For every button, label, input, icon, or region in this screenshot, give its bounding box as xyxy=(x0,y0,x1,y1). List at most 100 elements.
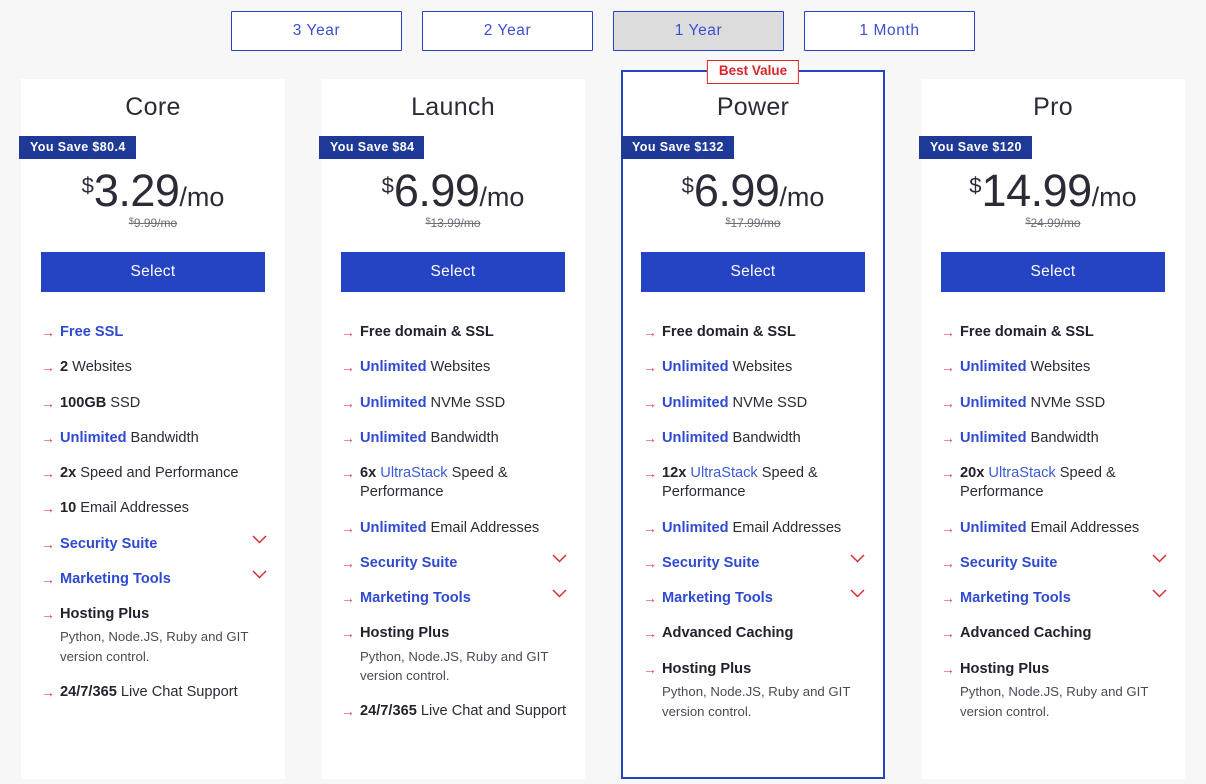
feature-text: Unlimited NVMe SSD xyxy=(662,394,865,413)
price-amount: 6.99 xyxy=(694,165,780,216)
feature-rest: Bandwidth xyxy=(728,430,800,446)
feature-highlight: Unlimited xyxy=(360,395,426,411)
original-price-value: 13.99/mo xyxy=(430,216,480,230)
feature-highlight: Marketing Tools xyxy=(662,590,773,606)
feature-text: Security Suite xyxy=(60,535,244,554)
feature-text: Security Suite xyxy=(662,554,842,573)
arrow-right-icon: → xyxy=(41,499,60,518)
feature-item[interactable]: →Marketing Tools xyxy=(341,589,567,608)
feature-text: Advanced Caching xyxy=(662,624,865,643)
arrow-right-icon: → xyxy=(643,589,662,608)
chevron-down-icon[interactable] xyxy=(544,554,567,563)
feature-item[interactable]: →Security Suite xyxy=(941,554,1167,573)
arrow-right-icon: → xyxy=(341,323,360,342)
feature-text: 2x Speed and Performance xyxy=(60,464,267,483)
feature-text: Free SSL xyxy=(60,323,267,342)
term-tab-3-year[interactable]: 3 Year xyxy=(231,11,402,51)
feature-item: →2 Websites xyxy=(41,358,267,377)
currency-symbol: $ xyxy=(82,173,94,198)
savings-badge: You Save $80.4 xyxy=(19,136,136,159)
feature-highlight: 100GB xyxy=(60,395,106,411)
arrow-right-icon: → xyxy=(643,519,662,538)
feature-text: Unlimited Websites xyxy=(662,358,865,377)
feature-text: Security Suite xyxy=(960,554,1144,573)
savings-badge: You Save $132 xyxy=(621,136,734,159)
chevron-down-icon[interactable] xyxy=(244,570,267,579)
feature-highlight: Unlimited xyxy=(60,430,126,446)
feature-highlight: Unlimited xyxy=(360,520,426,536)
feature-item[interactable]: →Marketing Tools xyxy=(941,589,1167,608)
pricing-card-core: CoreYou Save $80.4$3.29/mo$9.99/moSelect… xyxy=(21,79,285,779)
arrow-right-icon: → xyxy=(643,660,662,679)
chevron-down-icon[interactable] xyxy=(1144,589,1167,598)
feature-item[interactable]: →Marketing Tools xyxy=(643,589,865,608)
feature-rest: Email Addresses xyxy=(76,500,189,516)
feature-rest: Websites xyxy=(1026,359,1090,375)
pricing-cards-row: CoreYou Save $80.4$3.29/mo$9.99/moSelect… xyxy=(0,79,1206,779)
feature-highlight: Advanced Caching xyxy=(662,625,793,641)
feature-text: Unlimited NVMe SSD xyxy=(360,394,567,413)
feature-rest: Email Addresses xyxy=(728,520,841,536)
feature-item: →24/7/365 Live Chat and Support xyxy=(341,702,567,721)
feature-item: →Hosting PlusPython, Node.JS, Ruby and G… xyxy=(341,624,567,686)
arrow-right-icon: → xyxy=(643,429,662,448)
feature-rest: Email Addresses xyxy=(1026,520,1139,536)
term-tab-1-year[interactable]: 1 Year xyxy=(613,11,784,51)
select-button[interactable]: Select xyxy=(641,252,865,292)
chevron-down-icon[interactable] xyxy=(544,589,567,598)
price-period: /mo xyxy=(479,182,524,212)
feature-item: →6x UltraStack Speed & Performance xyxy=(341,464,567,503)
currency-symbol: $ xyxy=(382,173,394,198)
feature-text: 6x UltraStack Speed & Performance xyxy=(360,464,567,503)
term-tab-1-month[interactable]: 1 Month xyxy=(804,11,975,51)
select-button[interactable]: Select xyxy=(341,252,565,292)
feature-highlight: Unlimited xyxy=(662,520,728,536)
original-price: $9.99/mo xyxy=(21,216,285,230)
feature-item: →Advanced Caching xyxy=(941,624,1167,643)
feature-item: →Unlimited Email Addresses xyxy=(643,519,865,538)
chevron-down-icon[interactable] xyxy=(842,554,865,563)
feature-text: 20x UltraStack Speed & Performance xyxy=(960,464,1167,503)
original-price: $24.99/mo xyxy=(921,216,1185,230)
feature-brand: UltraStack xyxy=(984,465,1055,481)
feature-highlight: Marketing Tools xyxy=(360,590,471,606)
arrow-right-icon: → xyxy=(41,429,60,448)
plan-name: Power xyxy=(623,93,883,122)
feature-item[interactable]: →Marketing Tools xyxy=(41,570,267,589)
feature-highlight: Free domain & SSL xyxy=(960,324,1094,340)
chevron-down-icon[interactable] xyxy=(842,589,865,598)
feature-text: Marketing Tools xyxy=(60,570,244,589)
feature-rest: Live Chat Support xyxy=(117,684,238,700)
feature-highlight: Free SSL xyxy=(60,324,123,340)
feature-highlight: Unlimited xyxy=(960,359,1026,375)
plan-name: Core xyxy=(21,93,285,122)
arrow-right-icon: → xyxy=(41,464,60,483)
arrow-right-icon: → xyxy=(41,394,60,413)
select-button[interactable]: Select xyxy=(941,252,1165,292)
chevron-down-icon[interactable] xyxy=(1144,554,1167,563)
original-price: $13.99/mo xyxy=(321,216,585,230)
chevron-down-icon[interactable] xyxy=(244,535,267,544)
arrow-right-icon: → xyxy=(941,429,960,448)
feature-rest: NVMe SSD xyxy=(426,395,505,411)
feature-item[interactable]: →Security Suite xyxy=(41,535,267,554)
feature-text: Unlimited Bandwidth xyxy=(360,429,567,448)
arrow-right-icon: → xyxy=(643,464,662,483)
feature-highlight: Marketing Tools xyxy=(60,571,171,587)
feature-item: →Hosting PlusPython, Node.JS, Ruby and G… xyxy=(643,660,865,722)
arrow-right-icon: → xyxy=(941,519,960,538)
term-tab-2-year[interactable]: 2 Year xyxy=(422,11,593,51)
arrow-right-icon: → xyxy=(341,464,360,483)
arrow-right-icon: → xyxy=(341,589,360,608)
select-button[interactable]: Select xyxy=(41,252,265,292)
feature-text: Free domain & SSL xyxy=(960,323,1167,342)
feature-text: 100GB SSD xyxy=(60,394,267,413)
feature-highlight: Hosting Plus xyxy=(60,606,149,622)
feature-item[interactable]: →Security Suite xyxy=(341,554,567,573)
feature-rest: SSD xyxy=(106,395,140,411)
price-amount: 14.99 xyxy=(982,165,1092,216)
price-block: $14.99/mo$24.99/mo xyxy=(921,168,1185,230)
feature-item: →2x Speed and Performance xyxy=(41,464,267,483)
feature-item[interactable]: →Security Suite xyxy=(643,554,865,573)
plan-name: Launch xyxy=(321,93,585,122)
